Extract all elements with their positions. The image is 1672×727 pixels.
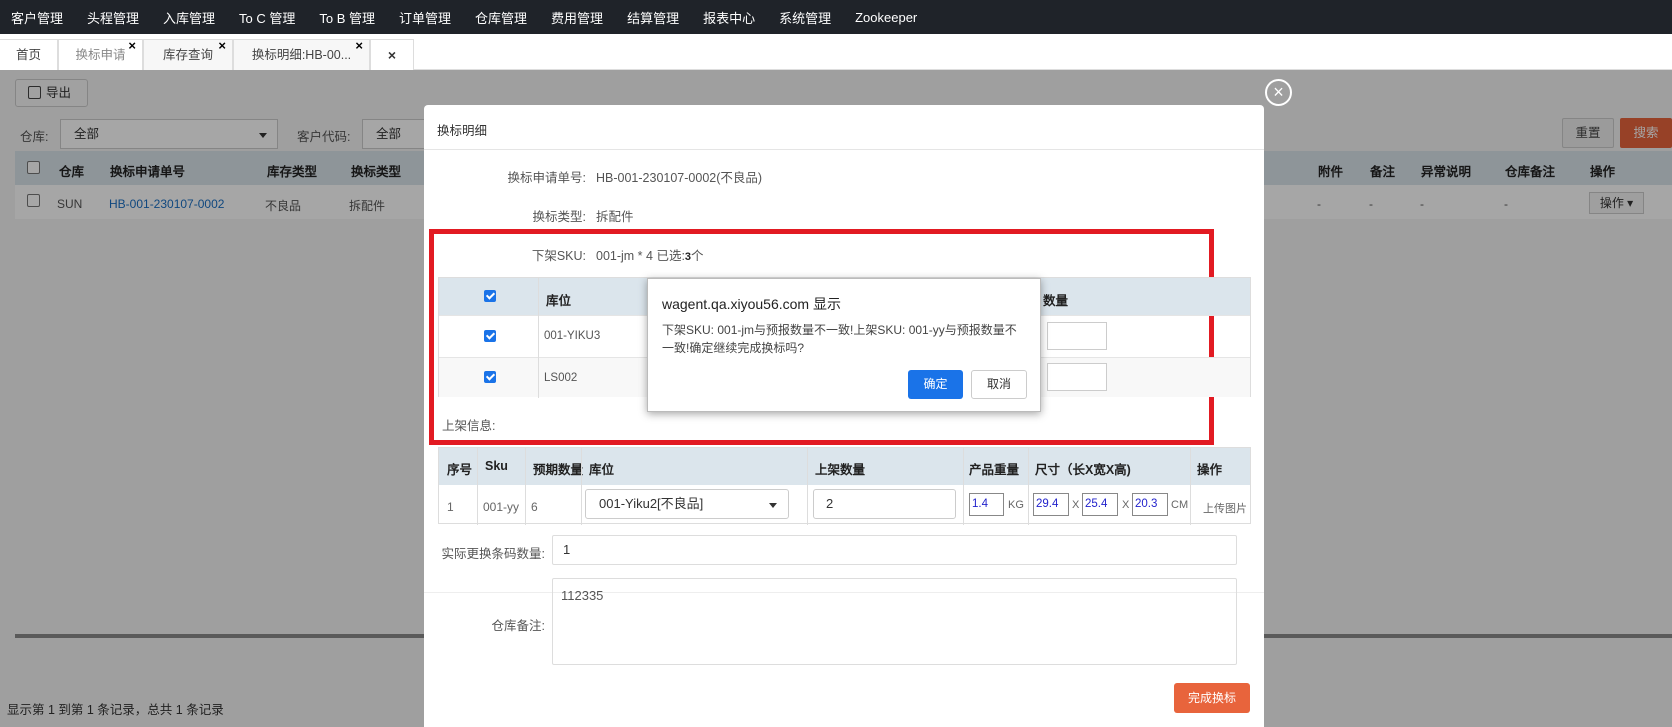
close-icon[interactable]: × xyxy=(128,31,136,61)
chevron-down-icon xyxy=(769,503,777,508)
down-sku-label: 下架SKU: xyxy=(531,249,586,263)
row-no: 1 xyxy=(447,500,454,514)
col-no: 序号 xyxy=(447,463,473,477)
col-qty: 数量 xyxy=(1043,294,1069,308)
actual-count-label: 实际更换条码数量: xyxy=(441,547,545,561)
close-all-tabs-button[interactable]: × xyxy=(370,39,414,70)
row-checkbox[interactable] xyxy=(484,330,496,342)
up-info-label: 上架信息: xyxy=(442,419,496,433)
col-qty: 上架数量 xyxy=(815,463,866,477)
nav-item-settlement[interactable]: 结算管理 xyxy=(627,8,679,27)
row-expected: 6 xyxy=(531,500,538,514)
modal-title: 换标明细 xyxy=(437,124,488,138)
top-nav: 客户管理 头程管理 入库管理 To C 管理 To B 管理 订单管理 仓库管理… xyxy=(0,0,1672,34)
col-location: 库位 xyxy=(589,463,615,477)
row-qty-input[interactable] xyxy=(1047,322,1107,350)
tab-label: 库存查询 xyxy=(162,48,213,62)
tab-label: 换标申请 xyxy=(75,48,126,62)
select-all-checkbox[interactable] xyxy=(484,290,496,302)
confirm-dialog: wagent.qa.xiyou56.com 显示 下架SKU: 001-jm与预… xyxy=(647,278,1041,412)
divider xyxy=(424,149,1264,150)
dialog-message: 下架SKU: 001-jm与预报数量不一致!上架SKU: 001-yy与预报数量… xyxy=(662,323,1017,355)
column-divider xyxy=(963,448,964,525)
tab-bar: 首页 换标申请 × 库存查询 × 换标明细:HB-00... × × xyxy=(0,34,1672,70)
row-qty-input[interactable] xyxy=(1047,363,1107,391)
column-divider xyxy=(538,278,539,398)
row-sku: 001-yy xyxy=(483,500,520,514)
height-input[interactable]: 20.3 xyxy=(1132,493,1168,516)
tab-home[interactable]: 首页 xyxy=(0,39,58,70)
nav-item-toc[interactable]: To C 管理 xyxy=(239,8,295,27)
wh-remark-label: 仓库备注: xyxy=(491,619,545,633)
col-weight: 产品重量 xyxy=(969,463,1020,477)
column-divider xyxy=(1028,448,1029,525)
nav-item-system[interactable]: 系统管理 xyxy=(779,8,831,27)
tab-relabel-apply[interactable]: 换标申请 × xyxy=(58,38,143,70)
ok-button[interactable]: 确定 xyxy=(908,370,963,399)
down-sku-unit: 个 xyxy=(691,249,704,263)
up-qty-input[interactable]: 2 xyxy=(813,489,956,519)
nav-item-first-leg[interactable]: 头程管理 xyxy=(87,8,139,27)
col-sku: Sku xyxy=(485,459,508,473)
down-sku-summary: 001-jm * 4 已选: xyxy=(596,249,685,263)
dim-unit: CM xyxy=(1171,499,1189,511)
dim-separator: X xyxy=(1122,499,1130,511)
column-divider xyxy=(1190,448,1191,525)
column-divider xyxy=(807,448,808,525)
cancel-button[interactable]: 取消 xyxy=(971,370,1027,399)
relabel-type-label: 换标类型: xyxy=(532,210,586,224)
down-sku-value: 001-jm * 4 已选:3个 xyxy=(596,245,704,264)
close-icon[interactable]: × xyxy=(355,31,363,61)
nav-item-inbound[interactable]: 入库管理 xyxy=(163,8,215,27)
column-divider xyxy=(581,448,582,525)
close-icon[interactable]: × xyxy=(218,31,226,61)
location-select[interactable]: 001-Yiku2[不良品] xyxy=(585,489,789,519)
weight-input[interactable]: 1.4 xyxy=(969,493,1004,516)
tab-inventory-query[interactable]: 库存查询 × xyxy=(143,38,233,70)
location-select-value: 001-Yiku2[不良品] xyxy=(599,496,704,511)
col-expected: 预期数量 xyxy=(533,463,584,477)
row-location: 001-YIKU3 xyxy=(544,330,601,342)
nav-item-warehouse[interactable]: 仓库管理 xyxy=(475,8,527,27)
nav-item-zookeeper[interactable]: Zookeeper xyxy=(855,10,917,25)
upload-image-link[interactable]: 上传图片 xyxy=(1203,500,1247,516)
col-operation: 操作 xyxy=(1197,463,1223,477)
relabel-type-value: 拆配件 xyxy=(596,210,634,224)
col-location: 库位 xyxy=(546,294,572,308)
app-no-label: 换标申请单号: xyxy=(507,171,586,185)
finish-relabel-button[interactable]: 完成换标 xyxy=(1174,683,1250,713)
tab-home-label: 首页 xyxy=(15,48,41,62)
tab-relabel-detail[interactable]: 换标明细:HB-00... × xyxy=(233,38,370,70)
modal-close-icon[interactable]: × xyxy=(1265,79,1292,106)
row-checkbox[interactable] xyxy=(484,371,496,383)
app-no-value: HB-001-230107-0002(不良品) xyxy=(596,171,763,185)
weight-unit: KG xyxy=(1008,499,1024,511)
column-divider xyxy=(525,448,526,525)
column-divider xyxy=(477,448,478,525)
col-dimensions: 尺寸（长X宽X高) xyxy=(1035,463,1131,477)
nav-item-tob[interactable]: To B 管理 xyxy=(319,8,375,27)
nav-item-customer[interactable]: 客户管理 xyxy=(11,8,63,27)
tab-label: 换标明细:HB-00... xyxy=(251,48,352,62)
length-input[interactable]: 29.4 xyxy=(1033,493,1069,516)
up-sku-table: 序号 Sku 预期数量 库位 上架数量 产品重量 尺寸（长X宽X高) 操作 1 … xyxy=(438,447,1251,525)
nav-item-orders[interactable]: 订单管理 xyxy=(399,8,451,27)
nav-item-reports[interactable]: 报表中心 xyxy=(703,8,755,27)
row-location: LS002 xyxy=(544,372,578,384)
width-input[interactable]: 25.4 xyxy=(1082,493,1118,516)
dialog-title: wagent.qa.xiyou56.com 显示 xyxy=(662,296,841,312)
dim-separator: X xyxy=(1072,499,1080,511)
actual-count-input[interactable]: 1 xyxy=(552,535,1237,565)
relabel-detail-modal: 换标明细 换标申请单号: HB-001-230107-0002(不良品) 换标类… xyxy=(424,105,1264,727)
nav-item-fees[interactable]: 费用管理 xyxy=(551,8,603,27)
wh-remark-textarea[interactable]: 112335 xyxy=(552,578,1237,665)
